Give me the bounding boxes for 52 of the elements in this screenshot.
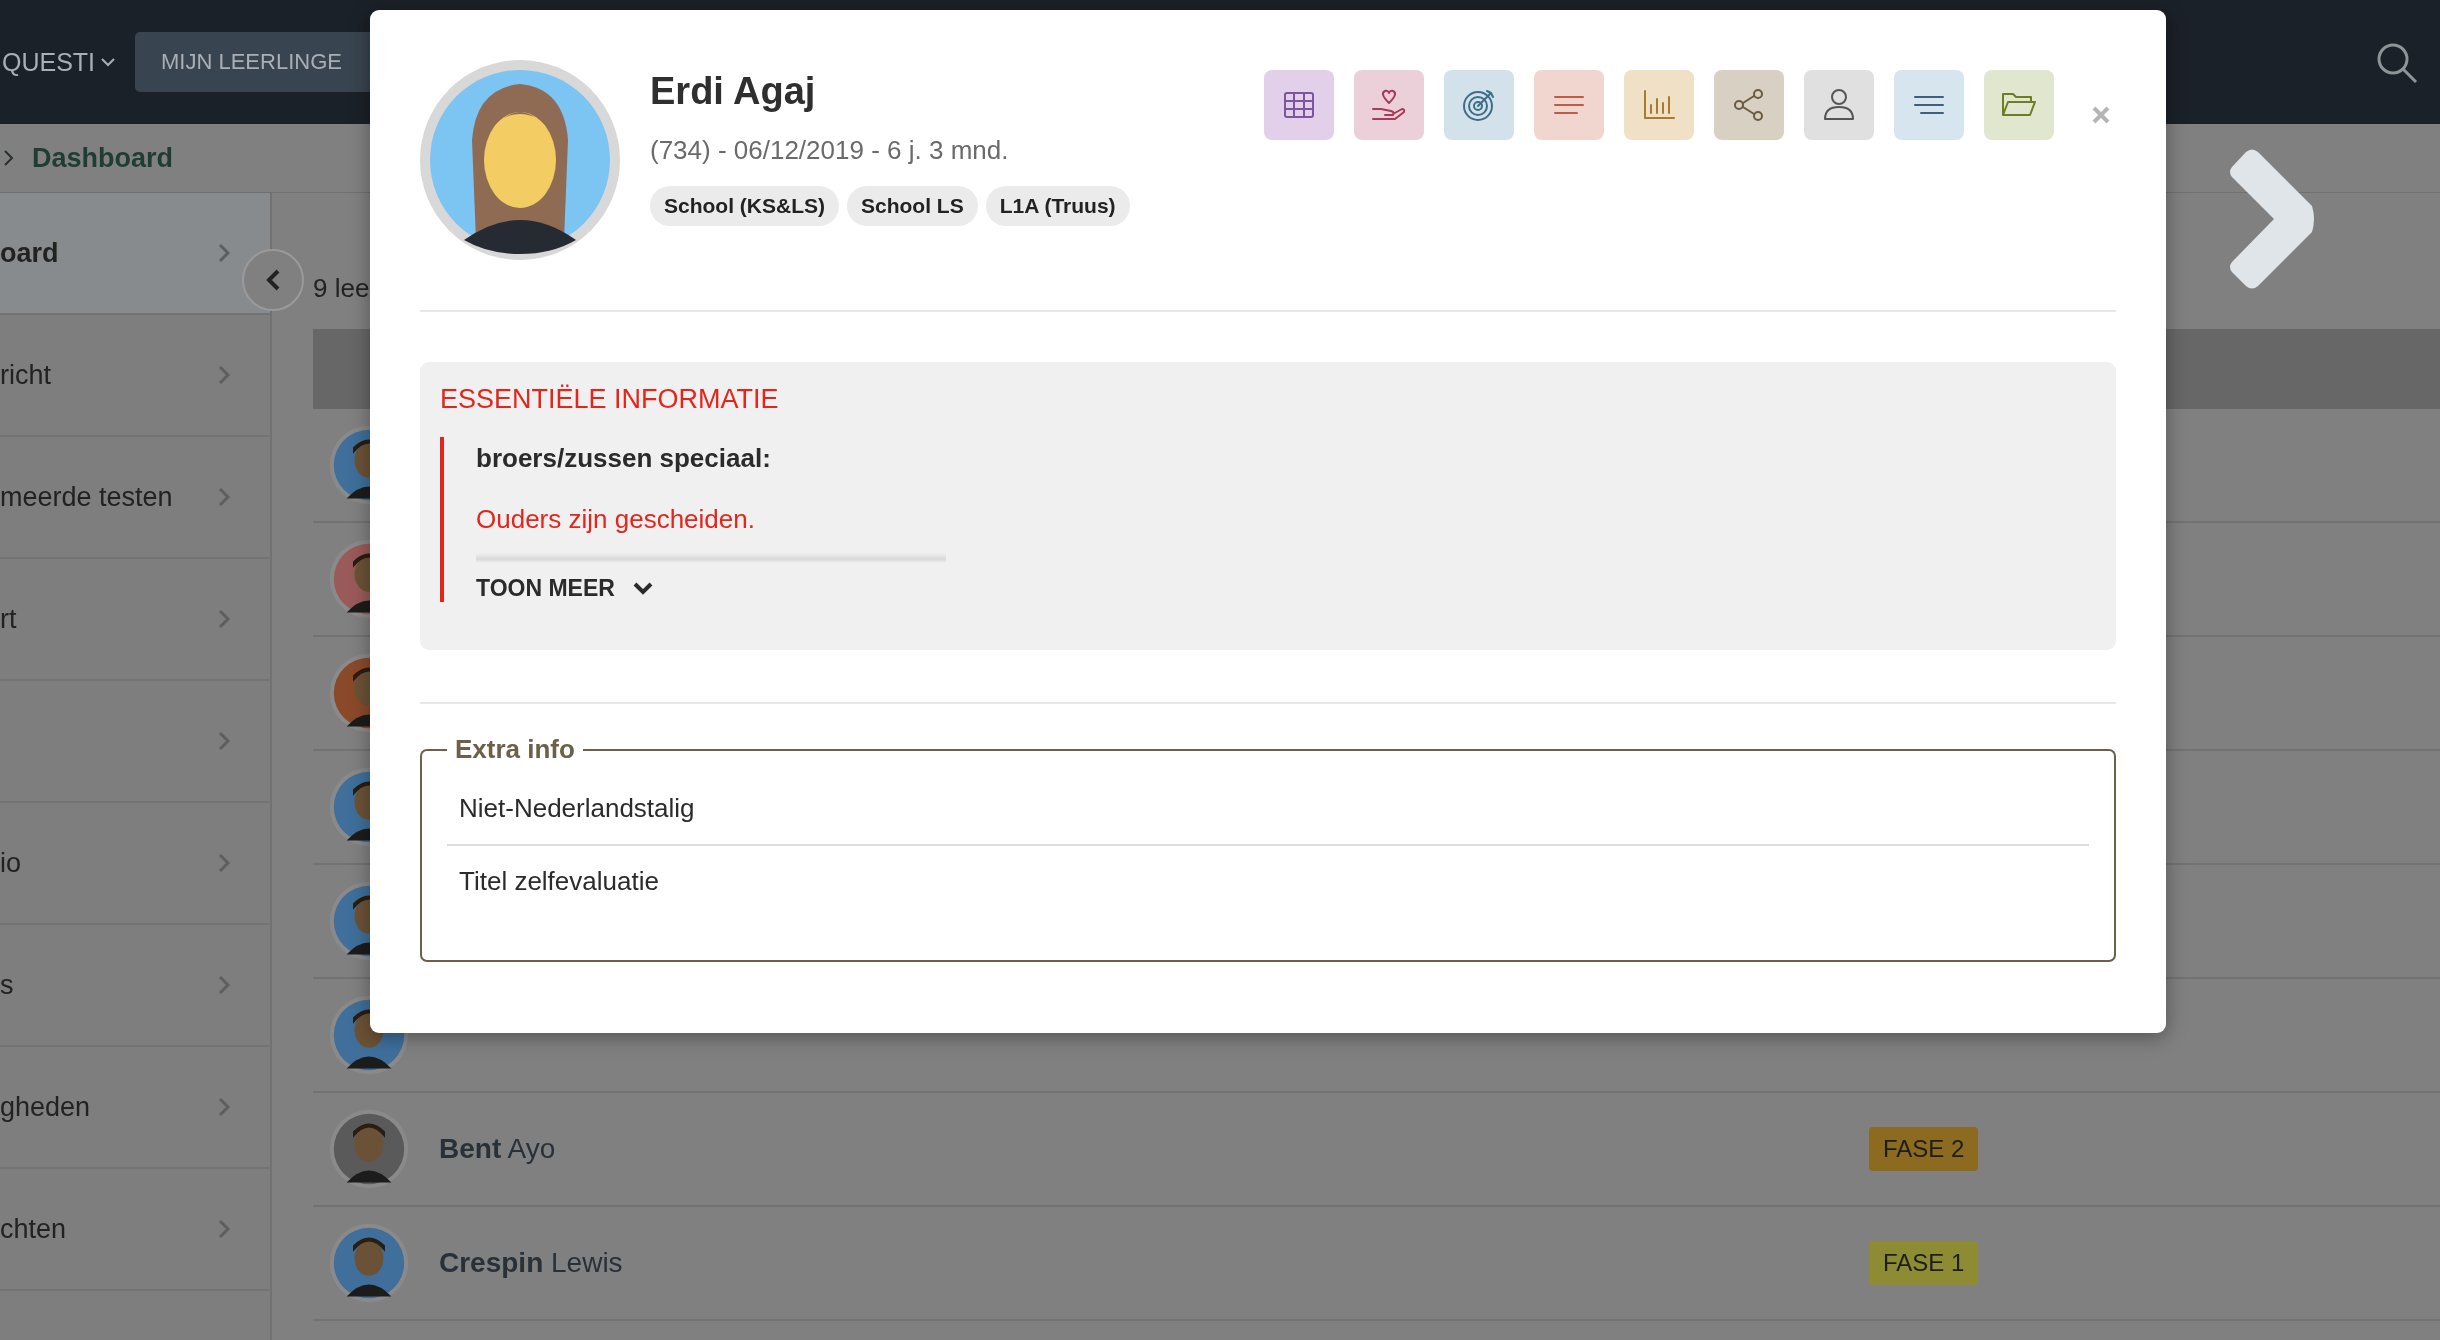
sidebar-item[interactable]: io xyxy=(0,803,270,925)
group-tag: L1A (Truus) xyxy=(985,186,1130,226)
lines-action-button[interactable] xyxy=(1534,70,1604,140)
care-action-button[interactable] xyxy=(1354,70,1424,140)
students-tab-button[interactable]: MIJN LEERLINGE xyxy=(135,32,370,92)
share-action-button[interactable] xyxy=(1714,70,1784,140)
chevron-left-icon xyxy=(266,269,280,291)
chevron-right-icon xyxy=(218,243,230,263)
chevron-right-icon xyxy=(218,853,230,873)
chevron-right-icon xyxy=(218,1219,230,1239)
sidebar-item[interactable]: oard xyxy=(0,193,270,315)
sidebar-item[interactable]: s xyxy=(0,925,270,1047)
sidebar-item[interactable]: gheden xyxy=(0,1047,270,1169)
chevron-right-icon xyxy=(218,365,230,385)
show-more-button[interactable]: TOON MEER xyxy=(476,575,653,602)
group-tag: School LS xyxy=(847,186,978,226)
close-icon xyxy=(2091,105,2111,125)
grid-action-button[interactable] xyxy=(1264,70,1334,140)
target-action-button[interactable] xyxy=(1444,70,1514,140)
chart-action-button[interactable] xyxy=(1624,70,1694,140)
student-details: (734) - 06/12/2019 - 6 j. 3 mnd. xyxy=(650,135,1010,166)
breadcrumb-link[interactable]: Dashboard xyxy=(32,142,174,174)
breadcrumb-separator-icon xyxy=(4,150,14,166)
info-note: Ouders zijn gescheiden. xyxy=(476,504,756,535)
chevron-down-icon xyxy=(632,582,653,595)
menu-dropdown[interactable]: QUESTI xyxy=(2,47,120,77)
sidebar-item[interactable]: chten xyxy=(0,1169,270,1291)
chevron-right-icon xyxy=(218,1097,230,1117)
phase-tag: FASE 2 xyxy=(1869,1127,1979,1171)
search-icon[interactable] xyxy=(2376,42,2418,84)
section-title: ESSENTIËLE INFORMATIE xyxy=(440,384,780,415)
sidebar-item[interactable]: meerde testen xyxy=(0,437,270,559)
phase-tag: FASE 1 xyxy=(1869,1241,1979,1285)
student-count: 9 lee xyxy=(313,272,370,304)
group-tag: School (KS&LS) xyxy=(650,186,839,226)
chevron-right-icon xyxy=(218,975,230,995)
info-item: Niet-Nederlandstalig xyxy=(447,773,2089,846)
sidebar-item[interactable]: richt xyxy=(0,315,270,437)
info-item: Titel zelfevaluatie xyxy=(458,865,660,898)
caret-icon xyxy=(101,57,116,67)
chevron-right-icon xyxy=(218,731,230,751)
chevron-right-icon xyxy=(218,609,230,629)
student-name: Erdi Agaj xyxy=(650,70,817,113)
student-name[interactable]: Crespin Lewis xyxy=(439,1247,1869,1279)
notes-action-button[interactable] xyxy=(1894,70,1964,140)
user-action-button[interactable] xyxy=(1804,70,1874,140)
panel-legend: Extra info xyxy=(447,734,583,765)
student-name[interactable]: Bent Ayo xyxy=(439,1133,1869,1165)
folder-action-button[interactable] xyxy=(1984,70,2054,140)
chevron-right-icon xyxy=(218,487,230,507)
info-heading: broers/zussen speciaal: xyxy=(476,443,772,474)
sidebar-item[interactable]: rt xyxy=(0,559,270,681)
